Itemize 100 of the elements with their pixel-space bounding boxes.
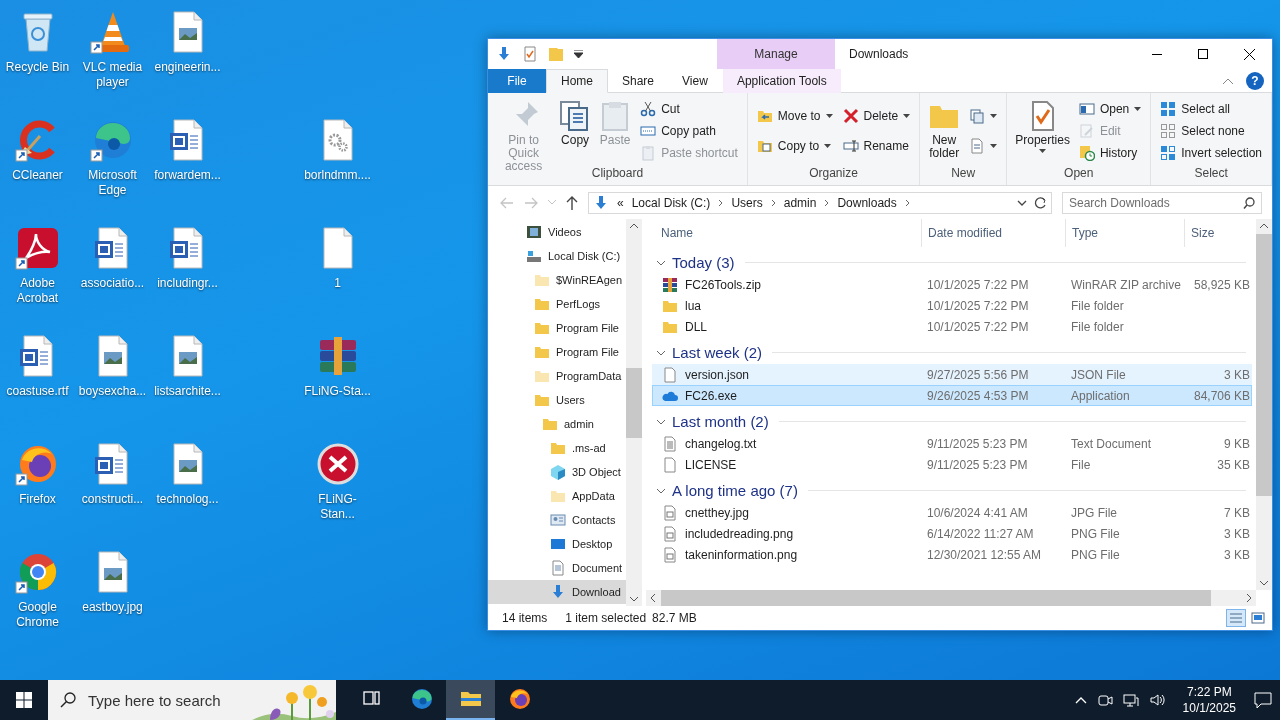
volume-icon[interactable] [1148, 692, 1165, 708]
breadcrumb[interactable]: Downloads [837, 195, 897, 210]
selection-info: 1 item selected [565, 611, 647, 625]
file-row[interactable]: includedreading.png 6/14/2022 11:27 AM PNG File 3 KB [652, 523, 1252, 544]
file-row[interactable]: changelog.txt 9/11/2025 5:23 PM Text Document 9 KB [652, 433, 1252, 454]
scroll-left-icon[interactable] [650, 594, 655, 602]
ribbon-button[interactable]: Delete [839, 107, 914, 126]
file-row[interactable]: FC26.exe 9/26/2025 4:53 PM Application 84,706 KB [652, 385, 1252, 406]
group-header[interactable]: A long time ago (7) [652, 475, 1252, 502]
file-row[interactable]: LICENSE 9/11/2025 5:23 PM File 35 KB [652, 454, 1252, 475]
scrollbar[interactable] [1256, 219, 1272, 590]
nav-item[interactable]: PerfLogs [488, 292, 626, 316]
breadcrumb[interactable]: Users [731, 195, 763, 210]
nav-item[interactable]: Program File [488, 340, 626, 364]
ribbon-button[interactable]: Rename [839, 136, 914, 155]
ribbon-button[interactable]: Move to [753, 107, 836, 126]
nav-item[interactable]: Videos [488, 220, 626, 244]
nav-item[interactable]: 3D Object [488, 460, 626, 484]
nav-item[interactable]: AppData [488, 484, 626, 508]
nav-item[interactable]: ProgramData [488, 364, 626, 388]
scroll-down-icon[interactable] [1260, 581, 1268, 586]
refresh-icon[interactable] [1033, 195, 1047, 210]
nav-item[interactable]: $WinREAgen [488, 268, 626, 292]
ribbon-button[interactable]: Copy to [753, 136, 836, 155]
clock[interactable]: 7:22 PM 10/1/2025 [1174, 684, 1244, 716]
scissors-icon [640, 101, 657, 117]
nav-item[interactable]: admin [488, 412, 626, 436]
dropdown-caret-icon[interactable] [574, 50, 583, 58]
scrollbar-thumb[interactable] [1256, 234, 1272, 496]
column-header[interactable]: Date modified [921, 219, 1065, 247]
file-name: cnetthey.jpg [653, 504, 921, 521]
chevron-right-icon [824, 198, 830, 207]
file-row[interactable]: FC26Tools.zip 10/1/2025 7:22 PM WinRAR ZIP archive 58,925 KB [652, 274, 1252, 295]
address-bar[interactable]: « Local Disk (C:) Users admin Downloads [588, 191, 1052, 214]
file-row[interactable]: DLL 10/1/2025 7:22 PM File folder [652, 316, 1252, 337]
ribbon-button[interactable]: Open [1075, 100, 1145, 118]
picture-icon [1251, 612, 1265, 624]
ribbon-button[interactable]: History [1075, 144, 1145, 162]
dropdown-chevron-icon[interactable] [1017, 199, 1027, 206]
ribbon-button[interactable]: Copy [557, 96, 594, 166]
up-arrow-icon[interactable] [566, 195, 578, 210]
scroll-right-icon[interactable] [1247, 594, 1252, 602]
file-row[interactable]: takeninformation.png 12/30/2021 12:55 AM PNG File 3 KB [652, 544, 1252, 565]
network-icon[interactable] [1122, 692, 1139, 708]
grid-icon [1160, 101, 1177, 117]
notification-icon[interactable] [1254, 691, 1272, 709]
camera-icon[interactable] [1096, 692, 1113, 708]
scrollbar[interactable] [626, 219, 642, 606]
ribbon-button[interactable]: Properties [1013, 96, 1072, 166]
nav-item[interactable]: Users [488, 388, 626, 412]
group-header[interactable]: Last month (2) [652, 406, 1252, 433]
group-header[interactable]: Last week (2) [652, 337, 1252, 364]
search-field[interactable]: Search Downloads [1062, 191, 1262, 214]
file-name: lua [653, 297, 921, 314]
collapse-chevron-icon[interactable] [1222, 76, 1234, 85]
download-icon[interactable] [496, 46, 512, 62]
size-cell-text: 84,706 KB [1192, 388, 1251, 403]
chevron-up-icon[interactable] [1074, 696, 1087, 704]
taskbar-app[interactable] [446, 680, 495, 720]
overflow-chevrons[interactable]: « [617, 195, 624, 210]
dropdown-caret-icon [824, 143, 832, 148]
help-button[interactable]: ? [1246, 71, 1264, 90]
ribbon-button[interactable]: Select all [1157, 100, 1265, 118]
large-icons-view-button[interactable] [1248, 609, 1268, 627]
scroll-up-icon[interactable] [1260, 223, 1268, 228]
ribbon-button[interactable]: Select none [1157, 122, 1265, 140]
folder-icon [550, 440, 566, 456]
scroll-up-icon[interactable] [630, 223, 638, 228]
ribbon-button[interactable]: Cut [637, 100, 741, 118]
ribbon-tab[interactable]: Application Tools [722, 69, 841, 93]
ribbon-tab[interactable]: File [488, 69, 546, 93]
ribbon-tab[interactable]: Home [546, 69, 608, 93]
ribbon-button[interactable]: New folder [926, 96, 963, 166]
type-cell-text: File folder [1070, 319, 1125, 334]
column-header[interactable]: Name [652, 219, 921, 247]
nav-item[interactable]: Contacts [488, 508, 626, 532]
nav-item[interactable]: Local Disk (C:) [488, 244, 626, 268]
nav-item[interactable]: Desktop [488, 532, 626, 556]
file-row[interactable]: lua 10/1/2025 7:22 PM File folder [652, 295, 1252, 316]
date-cell-text: 9/26/2025 4:53 PM [926, 388, 1030, 403]
nav-item[interactable]: Download [488, 580, 626, 604]
file-row[interactable]: version.json 9/27/2025 5:56 PM JSON File 3 KB [652, 364, 1252, 385]
taskbar-search-field[interactable]: Type here to search [48, 680, 252, 720]
scroll-down-icon[interactable] [630, 597, 638, 602]
nav-item[interactable]: Document [488, 556, 626, 580]
column-header[interactable]: Type [1065, 219, 1184, 247]
breadcrumb[interactable]: Local Disk (C:) [631, 195, 711, 210]
properties-icon[interactable] [522, 46, 538, 62]
file-row[interactable]: cnetthey.jpg 10/6/2024 4:41 AM JPG File 7 KB [652, 502, 1252, 523]
group-header[interactable]: Today (3) [652, 247, 1252, 274]
ribbon-button[interactable]: Copy path [637, 122, 741, 140]
scrollbar-thumb[interactable] [626, 368, 642, 438]
nav-item[interactable]: .ms-ad [488, 436, 626, 460]
ribbon-tab[interactable]: Share [608, 69, 669, 93]
ribbon-button[interactable]: Invert selection [1157, 144, 1265, 162]
clock-time: 7:22 PM [1186, 684, 1232, 700]
nav-item[interactable]: Program File [488, 316, 626, 340]
breadcrumb[interactable]: admin [783, 195, 817, 210]
ribbon-tab[interactable]: View [668, 69, 722, 93]
clipboard-icon [640, 145, 657, 161]
